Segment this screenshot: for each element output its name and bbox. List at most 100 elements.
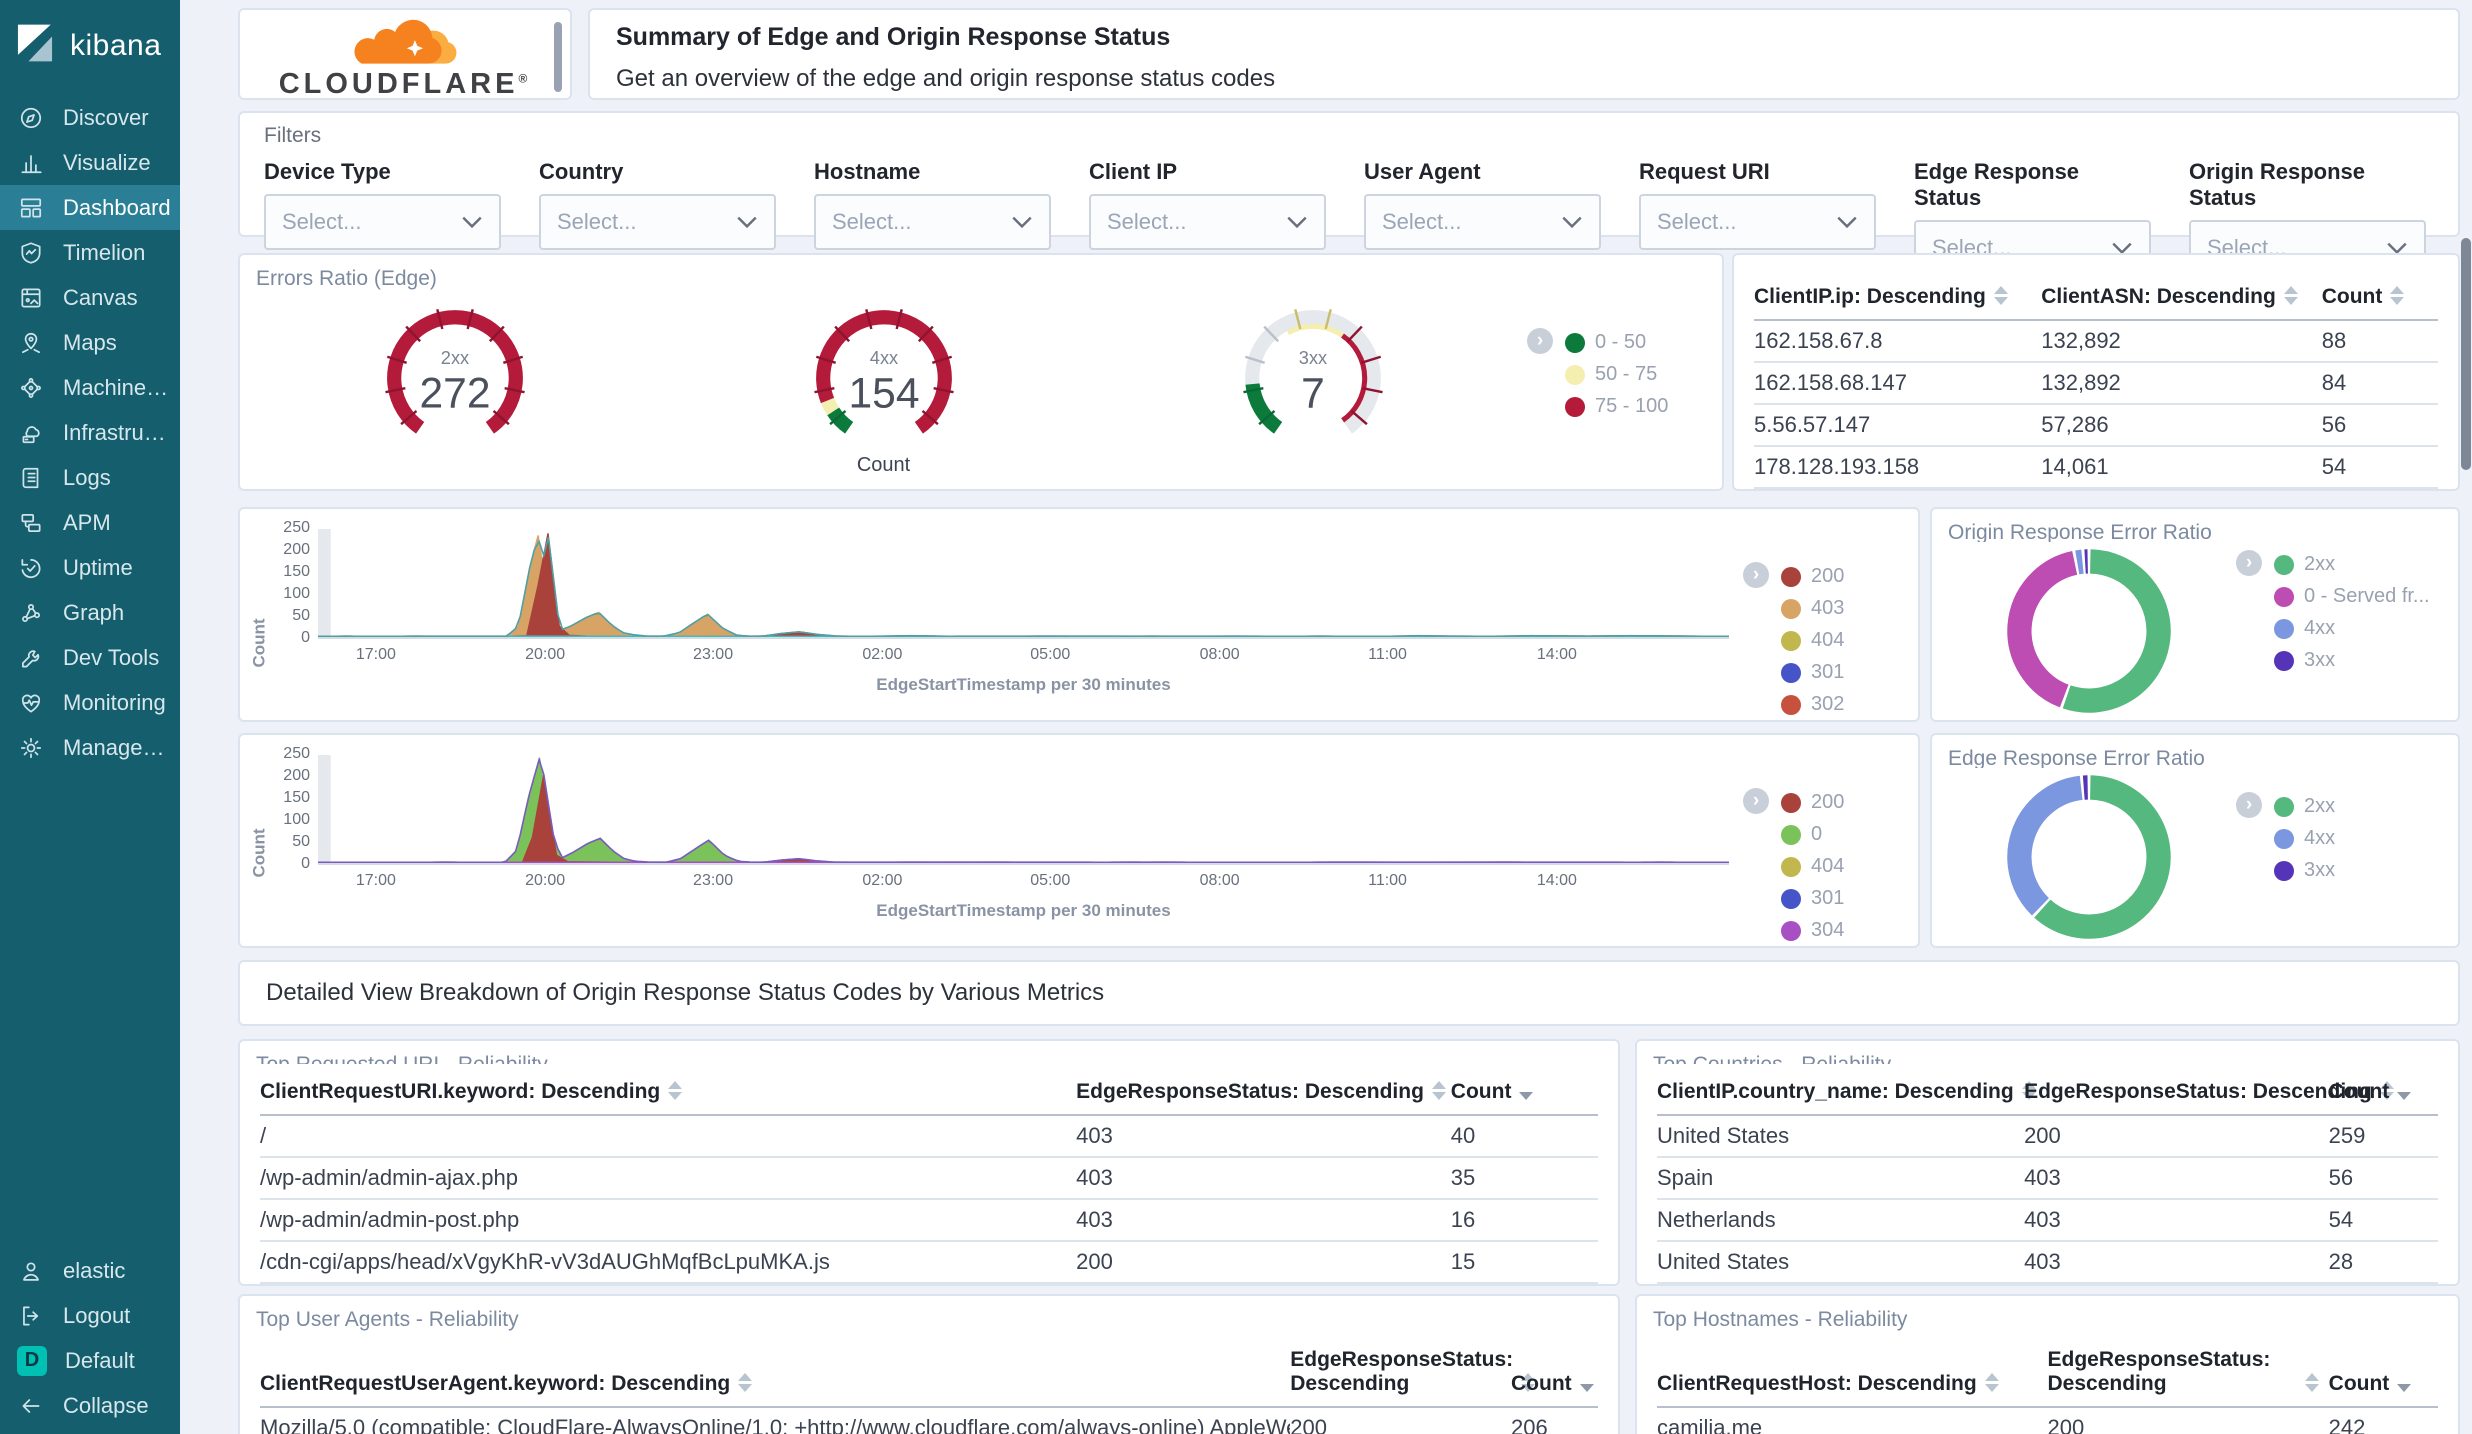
x-axis-tick: 02:00 bbox=[862, 872, 903, 889]
sort-icon bbox=[1984, 1373, 1999, 1392]
sidebar-item-visualize[interactable]: Visualize bbox=[0, 140, 180, 185]
legend-item-301[interactable]: 301 bbox=[1743, 661, 1918, 684]
table-cell: 35 bbox=[1450, 1158, 1598, 1200]
column-header-count[interactable]: Count bbox=[1450, 1072, 1598, 1116]
panel-title: Top Client IPs and AS Number - Reliabili… bbox=[1734, 255, 2458, 269]
legend-item-404[interactable]: 404 bbox=[1743, 629, 1918, 652]
legend-item-3xx[interactable]: 3xx bbox=[2236, 649, 2430, 672]
sidebar-item-graph[interactable]: Graph bbox=[0, 590, 180, 635]
legend-item-2xx[interactable]: › 2xx bbox=[2236, 792, 2335, 818]
table-cell: /wp-admin/admin-ajax.php bbox=[260, 1158, 1077, 1200]
column-header-edgeresponsestatus-descending[interactable]: EdgeResponseStatus: Descending bbox=[1290, 1340, 1536, 1408]
chevron-down-icon bbox=[1561, 209, 1583, 235]
column-header-clientip-ip-descending[interactable]: ClientIP.ip: Descending bbox=[1754, 277, 2042, 321]
panel-scrollbar[interactable] bbox=[554, 22, 562, 92]
legend-item-0-served-fr[interactable]: 0 - Served fr... bbox=[2236, 585, 2430, 608]
legend-item-301[interactable]: 301 bbox=[1743, 887, 1918, 910]
uptime-icon bbox=[17, 554, 45, 582]
filter-hostname-select[interactable]: Select... bbox=[814, 194, 1051, 250]
sidebar-item-maps[interactable]: Maps bbox=[0, 320, 180, 365]
column-header-edgeresponsestatus-descending[interactable]: EdgeResponseStatus: Descending bbox=[1076, 1072, 1451, 1116]
sort-icon bbox=[2390, 286, 2405, 305]
legend-toggle-icon[interactable]: › bbox=[1743, 788, 1769, 814]
sidebar-item-default[interactable]: D Default bbox=[0, 1338, 180, 1383]
chevron-down-icon bbox=[736, 209, 758, 235]
legend-item-0[interactable]: 0 bbox=[1743, 823, 1918, 846]
filter-request-uri-select[interactable]: Select... bbox=[1639, 194, 1876, 250]
panel-title: Origin Response Status Over Time bbox=[240, 735, 1918, 747]
sidebar-item-uptime[interactable]: Uptime bbox=[0, 545, 180, 590]
legend-toggle-icon[interactable]: › bbox=[1743, 562, 1769, 588]
filter-client-ip-select[interactable]: Select... bbox=[1089, 194, 1326, 250]
column-header-clientrequesthost-descending[interactable]: ClientRequestHost: Descending bbox=[1657, 1340, 2048, 1408]
kibana-logo[interactable]: kibana bbox=[0, 0, 180, 95]
legend-toggle-icon[interactable]: › bbox=[1527, 328, 1553, 354]
column-header-clientasn-descending[interactable]: ClientASN: Descending bbox=[2041, 277, 2322, 321]
chart-legend: ›200403404301302499 bbox=[1743, 529, 1918, 720]
legend-item-3xx[interactable]: 3xx bbox=[2236, 859, 2335, 882]
legend-item-50-75[interactable]: 50 - 75 bbox=[1527, 363, 1722, 386]
legend-item-0-50[interactable]: › 0 - 50 bbox=[1527, 328, 1722, 354]
column-header-edgeresponsestatus-descending[interactable]: EdgeResponseStatus: Descending bbox=[2024, 1072, 2394, 1116]
dashboard-title: Summary of Edge and Origin Response Stat… bbox=[616, 23, 1171, 51]
column-header-count[interactable]: Count bbox=[1511, 1340, 1598, 1408]
y-axis-tick: 0 bbox=[301, 629, 310, 646]
legend-item-2xx[interactable]: › 2xx bbox=[2236, 550, 2430, 576]
column-header-clientip-country-name-descending[interactable]: ClientIP.country_name: Descending bbox=[1657, 1072, 2036, 1116]
filter-label: Edge Response Status bbox=[1914, 159, 2080, 210]
area-chart-plot[interactable] bbox=[318, 755, 1729, 865]
legend-item-75-100[interactable]: 75 - 100 bbox=[1527, 395, 1722, 418]
filter-label: Origin Response Status bbox=[2189, 159, 2366, 210]
table-row: Mozilla/5.0 (compatible; CloudFlare-Alwa… bbox=[260, 1408, 1598, 1434]
sidebar-item-dev-tools[interactable]: Dev Tools bbox=[0, 635, 180, 680]
legend-color-dot bbox=[1565, 364, 1585, 385]
legend-toggle-icon[interactable]: › bbox=[2236, 792, 2262, 818]
sidebar-item-management[interactable]: Management bbox=[0, 725, 180, 770]
donut-chart[interactable] bbox=[2000, 542, 2178, 720]
panel-title: Top Countries - Reliability bbox=[1637, 1041, 2458, 1064]
sidebar-item-logs[interactable]: Logs bbox=[0, 455, 180, 500]
sidebar-item-timelion[interactable]: Timelion bbox=[0, 230, 180, 275]
panel-title: Top User Agents - Reliability bbox=[256, 1308, 519, 1331]
page-scrollbar[interactable] bbox=[2460, 0, 2472, 1434]
sidebar-item-machine-le[interactable]: Machine Le... bbox=[0, 365, 180, 410]
sidebar-item-discover[interactable]: Discover bbox=[0, 95, 180, 140]
column-header-count[interactable]: Count bbox=[2328, 1340, 2438, 1408]
donut-chart[interactable] bbox=[2000, 768, 2178, 946]
column-header-count[interactable]: Count bbox=[2328, 1072, 2438, 1116]
table-cell: 84 bbox=[2321, 363, 2438, 405]
filter-country-select[interactable]: Select... bbox=[539, 194, 776, 250]
app-title: kibana bbox=[70, 28, 162, 62]
sidebar-item-elastic[interactable]: elastic bbox=[0, 1248, 180, 1293]
sidebar-item-apm[interactable]: APM bbox=[0, 500, 180, 545]
column-header-edgeresponsestatus-descending[interactable]: EdgeResponseStatus: Descending bbox=[2047, 1340, 2329, 1408]
column-header-clientrequestuseragent-keyword-descending[interactable]: ClientRequestUserAgent.keyword: Descendi… bbox=[260, 1340, 1291, 1408]
legend-item-4xx[interactable]: 4xx bbox=[2236, 827, 2335, 850]
legend-toggle-icon[interactable]: › bbox=[2236, 550, 2262, 576]
discover-icon bbox=[17, 104, 45, 132]
column-header-count[interactable]: Count bbox=[2321, 277, 2438, 321]
sidebar-item-collapse[interactable]: Collapse bbox=[0, 1383, 180, 1428]
legend-item-404[interactable]: 404 bbox=[1743, 855, 1918, 878]
legend-item-4xx[interactable]: 4xx bbox=[2236, 617, 2430, 640]
table-cell: 16 bbox=[1450, 1200, 1598, 1242]
y-axis-title: Count bbox=[250, 618, 269, 668]
legend-label: 50 - 75 bbox=[1595, 363, 1658, 385]
area-chart-plot[interactable] bbox=[318, 529, 1729, 639]
sidebar-item-infrastructure[interactable]: Infrastructure bbox=[0, 410, 180, 455]
sort-icon bbox=[738, 1373, 753, 1392]
filter-device-type-select[interactable]: Select... bbox=[264, 194, 501, 250]
filter-user-agent-select[interactable]: Select... bbox=[1364, 194, 1601, 250]
scrollbar-thumb[interactable] bbox=[2461, 238, 2471, 470]
sidebar-item-dashboard[interactable]: Dashboard bbox=[0, 185, 180, 230]
legend-item-403[interactable]: 403 bbox=[1743, 597, 1918, 620]
legend-item-200[interactable]: › 200 bbox=[1743, 788, 1918, 814]
legend-item-302[interactable]: 302 bbox=[1743, 693, 1918, 716]
sidebar-item-monitoring[interactable]: Monitoring bbox=[0, 680, 180, 725]
legend-item-200[interactable]: › 200 bbox=[1743, 562, 1918, 588]
sidebar-item-label: Uptime bbox=[63, 554, 133, 580]
legend-item-304[interactable]: 304 bbox=[1743, 919, 1918, 942]
sidebar-item-canvas[interactable]: Canvas bbox=[0, 275, 180, 320]
sidebar-item-logout[interactable]: Logout bbox=[0, 1293, 180, 1338]
column-header-clientrequesturi-keyword-descending[interactable]: ClientRequestURI.keyword: Descending bbox=[260, 1072, 1077, 1116]
